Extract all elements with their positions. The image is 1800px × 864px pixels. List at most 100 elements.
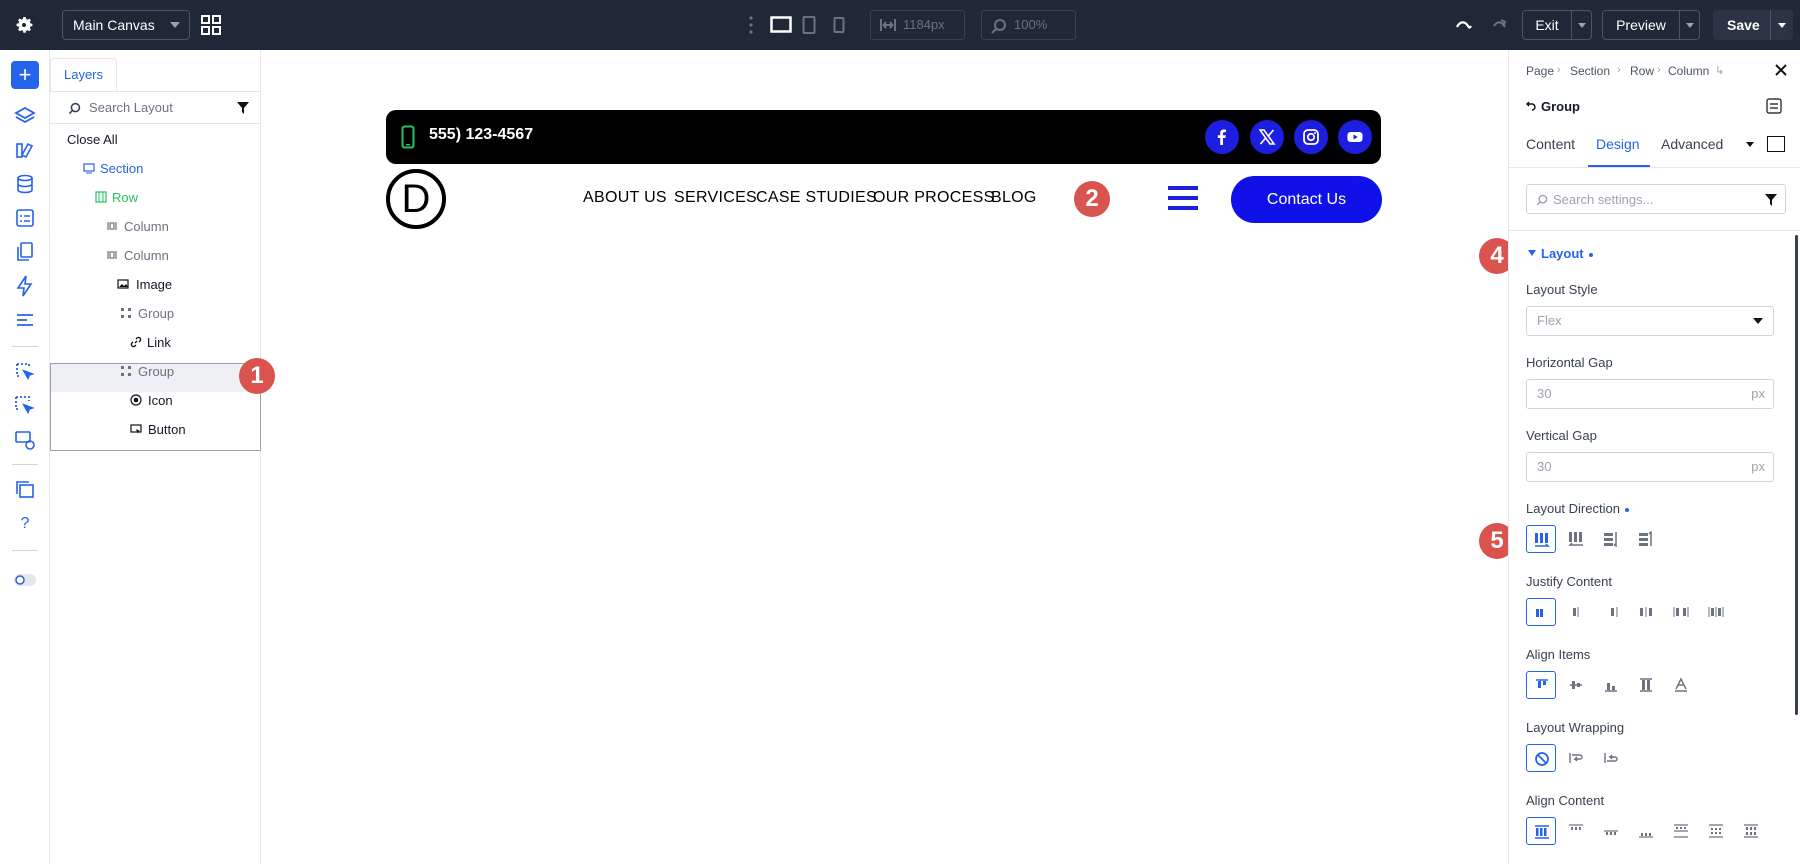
layer-link[interactable]: Link (50, 328, 261, 357)
layer-column[interactable]: Column (50, 212, 261, 241)
panel-options-icon[interactable] (1766, 98, 1782, 114)
facebook-icon[interactable] (1205, 120, 1239, 154)
x-twitter-icon[interactable] (1250, 120, 1284, 154)
justify-center-option[interactable] (1561, 598, 1591, 626)
vertical-gap-input[interactable]: 30 px (1526, 452, 1774, 482)
collapse-caret-icon[interactable] (1528, 250, 1536, 256)
align-end-option[interactable] (1596, 671, 1626, 699)
breadcrumb-section[interactable]: Section (1570, 64, 1610, 78)
nav-case-studies[interactable]: CASE STUDIES (756, 189, 877, 207)
layer-group[interactable]: Group (50, 299, 261, 328)
justify-end-option[interactable] (1596, 598, 1626, 626)
wrap-reverse-option[interactable] (1596, 744, 1626, 772)
instagram-icon[interactable] (1294, 120, 1328, 154)
settings-search[interactable]: Search settings... (1526, 184, 1786, 214)
close-icon[interactable] (1774, 63, 1788, 77)
site-logo[interactable]: D (386, 169, 446, 229)
align-content-start-option[interactable] (1526, 817, 1556, 845)
tablet-view-icon[interactable] (802, 15, 816, 35)
settings-search-input[interactable]: Search settings... (1553, 192, 1653, 207)
add-module-button[interactable]: + (11, 61, 39, 89)
justify-space-between-option[interactable] (1631, 598, 1661, 626)
phone-view-icon[interactable] (833, 15, 845, 35)
breadcrumb-page[interactable]: Page (1526, 64, 1554, 78)
align-content-stretch-option[interactable] (1736, 817, 1766, 845)
filter-icon[interactable] (1765, 194, 1777, 206)
preview-options-dropdown[interactable] (1680, 10, 1700, 40)
layout-section-toggle[interactable]: Layout (1541, 246, 1593, 261)
layer-image[interactable]: Image (50, 270, 261, 299)
database-icon[interactable] (13, 172, 37, 196)
chevron-down-icon[interactable] (1778, 23, 1786, 28)
wrap-option[interactable] (1561, 744, 1591, 772)
preview-button[interactable]: Preview (1602, 10, 1680, 40)
canvas-select[interactable]: Main Canvas (62, 10, 190, 40)
checklist-icon[interactable] (13, 206, 37, 230)
tab-content[interactable]: Content (1526, 136, 1575, 152)
contact-us-button[interactable]: Contact Us (1231, 176, 1382, 223)
nav-services[interactable]: SERVICES (674, 189, 757, 207)
gear-icon[interactable] (12, 13, 36, 37)
layers-icon[interactable] (13, 104, 37, 128)
settings-list-icon[interactable] (13, 308, 37, 332)
grid-layout-icon[interactable] (200, 14, 222, 36)
tab-layers[interactable]: Layers (50, 58, 117, 92)
layout-style-select[interactable]: Flex (1526, 306, 1774, 336)
layer-group[interactable]: Group (50, 357, 261, 386)
layer-button[interactable]: Button (50, 415, 261, 444)
select-multiple-icon[interactable] (13, 394, 37, 418)
canvas-width-field[interactable]: 1184px (870, 10, 965, 40)
tab-advanced[interactable]: Advanced (1661, 136, 1723, 152)
select-element-icon[interactable] (13, 360, 37, 384)
align-content-center-option[interactable] (1561, 817, 1591, 845)
exit-button[interactable]: Exit (1522, 10, 1572, 40)
tab-design[interactable]: Design (1596, 136, 1640, 152)
layers-search[interactable]: Search Layout (50, 92, 261, 124)
direction-row-reverse-option[interactable] (1561, 525, 1591, 553)
tab-more-caret-icon[interactable] (1746, 142, 1754, 147)
breadcrumb-column[interactable]: Column (1668, 64, 1709, 78)
direction-row-option[interactable] (1526, 525, 1556, 553)
preset-toggle-icon[interactable] (1767, 136, 1785, 152)
align-stretch-option[interactable] (1631, 671, 1661, 699)
justify-start-option[interactable] (1526, 598, 1556, 626)
more-vertical-icon[interactable] (747, 14, 755, 36)
align-content-bottom-option[interactable] (1631, 817, 1661, 845)
zoom-field[interactable]: 100% (981, 10, 1076, 40)
justify-space-evenly-option[interactable] (1701, 598, 1731, 626)
align-center-option[interactable] (1561, 671, 1591, 699)
responsive-icon[interactable] (13, 428, 37, 452)
layer-column[interactable]: Column (50, 241, 261, 270)
back-arrow-icon[interactable] (1526, 101, 1536, 111)
redo-icon[interactable] (1488, 15, 1508, 35)
wrap-none-option[interactable] (1526, 744, 1556, 772)
align-content-space-between-option[interactable] (1666, 817, 1696, 845)
filter-icon[interactable] (237, 102, 249, 114)
exit-options-dropdown[interactable] (1572, 10, 1592, 40)
toggle-switch-icon[interactable] (13, 568, 37, 592)
direction-column-option[interactable] (1596, 525, 1626, 553)
help-icon[interactable]: ? (13, 512, 37, 536)
panel-scrollbar[interactable] (1795, 235, 1798, 715)
hamburger-menu-icon[interactable] (1168, 186, 1198, 212)
layer-section[interactable]: Section (50, 154, 261, 183)
undo-icon[interactable] (1454, 15, 1474, 35)
design-presets-icon[interactable] (13, 138, 37, 162)
layers-search-input[interactable]: Search Layout (89, 100, 173, 115)
horizontal-gap-input[interactable]: 30 px (1526, 379, 1774, 409)
top-info-bar[interactable]: 555) 123-4567 (386, 110, 1381, 164)
layer-row[interactable]: Row (50, 183, 261, 212)
nav-blog[interactable]: BLOG (991, 189, 1037, 207)
align-content-end-option[interactable] (1596, 817, 1626, 845)
justify-space-around-option[interactable] (1666, 598, 1696, 626)
lightning-icon[interactable] (13, 274, 37, 298)
direction-column-reverse-option[interactable] (1631, 525, 1661, 553)
pages-icon[interactable] (13, 240, 37, 264)
align-content-space-around-option[interactable] (1701, 817, 1731, 845)
nav-our-process[interactable]: OUR PROCESS (873, 189, 995, 207)
save-button[interactable]: Save (1713, 10, 1793, 40)
nav-about-us[interactable]: ABOUT US (583, 189, 667, 207)
youtube-icon[interactable] (1338, 120, 1372, 154)
portability-icon[interactable] (13, 478, 37, 502)
close-all-button[interactable]: Close All (50, 125, 261, 154)
